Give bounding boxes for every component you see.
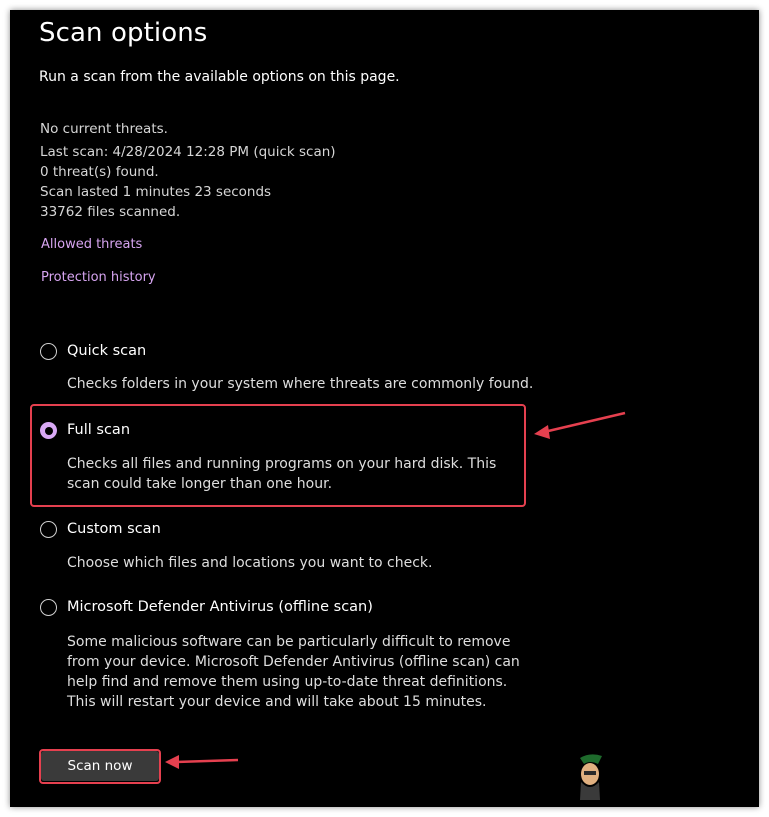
full-scan-label[interactable]: Full scan	[67, 422, 130, 438]
protection-history-link[interactable]: Protection history	[41, 270, 156, 285]
watermark-logo-icon	[580, 754, 602, 800]
offline-scan-description: Some malicious software can be particula…	[67, 634, 520, 710]
page-subtitle: Run a scan from the available options on…	[39, 69, 400, 85]
full-scan-description: Checks all files and running programs on…	[67, 456, 497, 492]
custom-scan-description: Choose which files and locations you wan…	[67, 555, 433, 571]
threats-found-info: 0 threat(s) found.	[40, 164, 159, 180]
offline-scan-label[interactable]: Microsoft Defender Antivirus (offline sc…	[67, 599, 373, 615]
allowed-threats-link[interactable]: Allowed threats	[41, 237, 142, 252]
custom-scan-label[interactable]: Custom scan	[67, 521, 161, 537]
full-scan-radio[interactable]	[40, 422, 57, 439]
quick-scan-description: Checks folders in your system where thre…	[67, 376, 534, 392]
scan-options-window: Scan options Run a scan from the availab…	[10, 10, 759, 807]
scan-now-button[interactable]: Scan now	[41, 751, 159, 781]
arrow-to-full-scan-icon	[534, 411, 626, 439]
threat-status: No current threats.	[40, 121, 168, 137]
custom-scan-radio[interactable]	[40, 521, 57, 538]
quick-scan-radio[interactable]	[40, 343, 57, 360]
scan-duration-info: Scan lasted 1 minutes 23 seconds	[40, 184, 272, 200]
last-scan-info: Last scan: 4/28/2024 12:28 PM (quick sca…	[40, 144, 336, 160]
files-scanned-info: 33762 files scanned.	[40, 204, 181, 220]
page-title: Scan options	[39, 18, 208, 48]
quick-scan-label[interactable]: Quick scan	[67, 343, 146, 359]
offline-scan-radio[interactable]	[40, 599, 57, 616]
arrow-to-scan-now-icon	[165, 755, 239, 769]
